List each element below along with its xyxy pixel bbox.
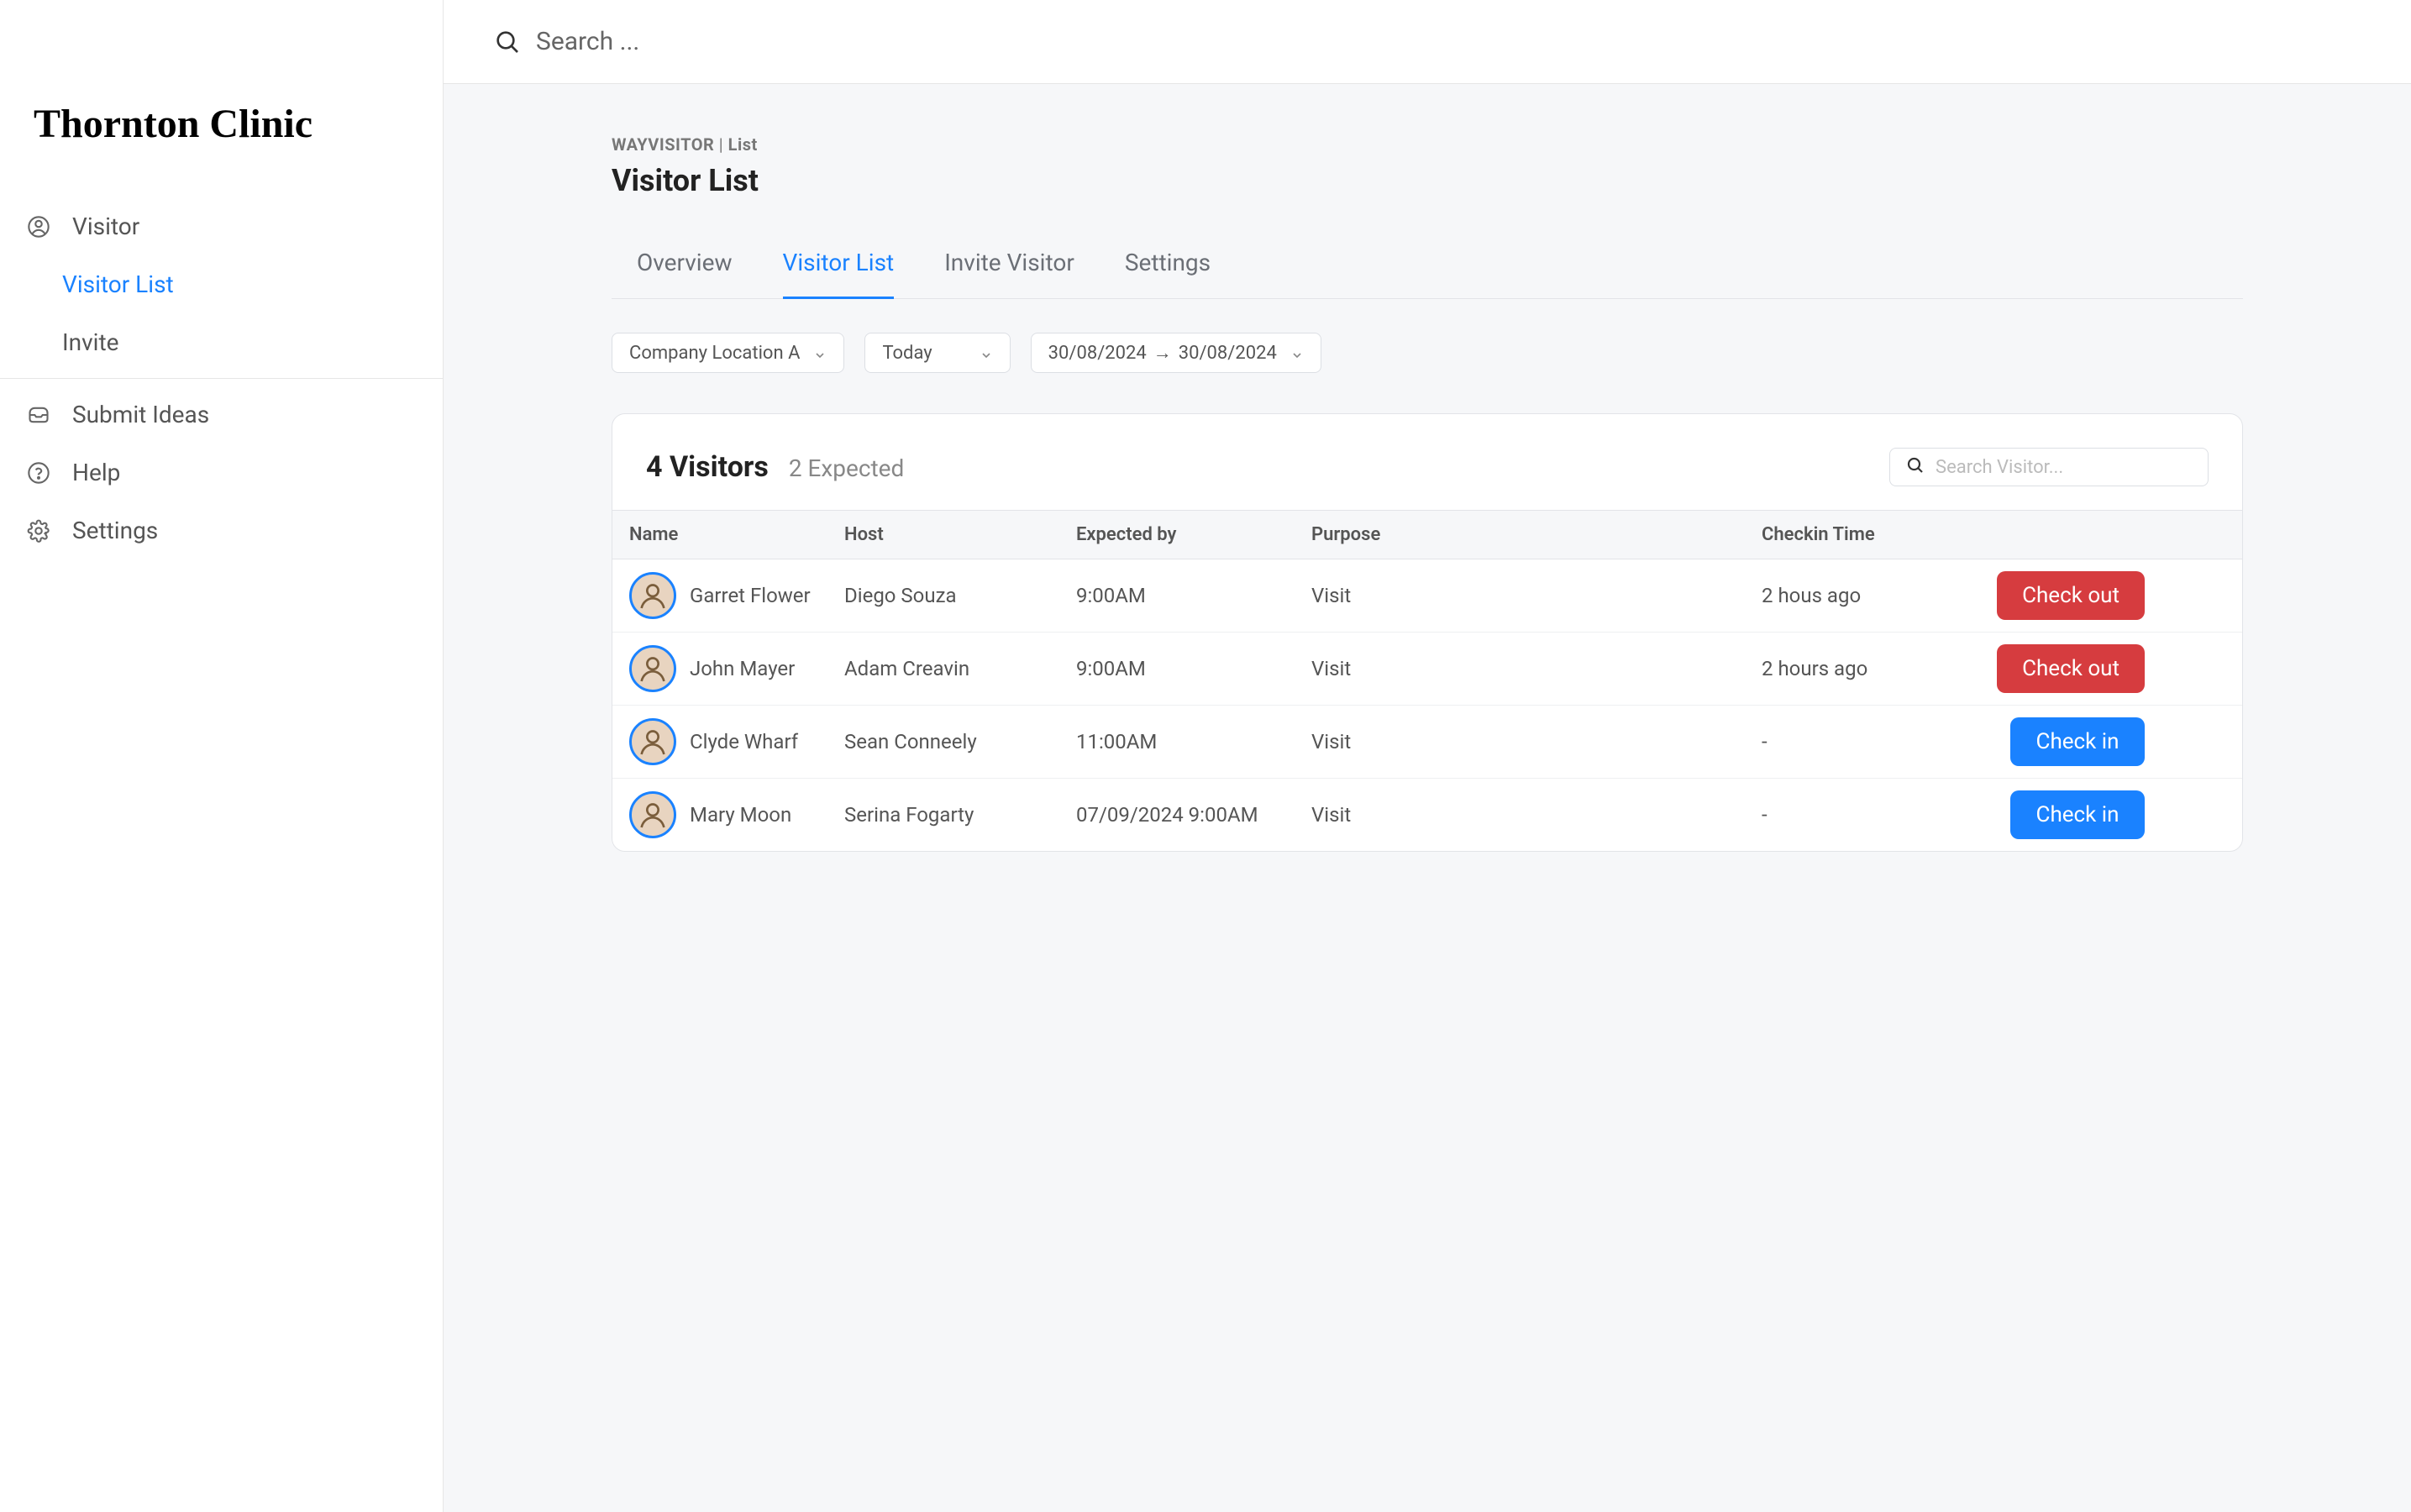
- user-circle-icon: [25, 213, 52, 240]
- visitor-name: John Mayer: [690, 657, 795, 680]
- th-name: Name: [612, 524, 844, 545]
- cell-expected: 11:00AM: [1076, 730, 1311, 753]
- chevron-down-icon: [1290, 346, 1304, 360]
- cell-name: John Mayer: [612, 645, 844, 692]
- breadcrumb: WAYVISITOR | List: [612, 134, 2243, 155]
- search-icon: [1905, 455, 1925, 479]
- chevron-down-icon: [980, 346, 993, 360]
- tab-visitor-list[interactable]: Visitor List: [783, 249, 895, 299]
- sidebar-item-help[interactable]: Help: [0, 444, 443, 501]
- arrow-right-icon: →: [1153, 342, 1172, 364]
- cell-name: Mary Moon: [612, 791, 844, 838]
- chevron-down-icon: [813, 346, 827, 360]
- table-row: Mary Moon Serina Fogarty07/09/2024 9:00AM…: [612, 779, 2242, 851]
- sidebar-item-label: Visitor: [72, 213, 139, 240]
- sidebar-item-visitor-list[interactable]: Visitor List: [0, 255, 443, 313]
- sidebar: Thornton Clinic Visitor Visitor List Inv…: [0, 0, 444, 1512]
- main: WAYVISITOR | List Visitor List Overview …: [444, 0, 2411, 1512]
- filter-location[interactable]: Company Location A: [612, 333, 844, 373]
- filter-range-label: Today: [882, 343, 932, 364]
- cell-expected: 07/09/2024 9:00AM: [1076, 803, 1311, 827]
- table-row: Garret Flower Diego Souza9:00AMVisit2 hou…: [612, 559, 2242, 633]
- sidebar-item-visitor[interactable]: Visitor: [0, 197, 443, 255]
- visitor-name: Garret Flower: [690, 584, 811, 607]
- cell-name: Garret Flower: [612, 572, 844, 619]
- brand-logo: Thornton Clinic: [0, 0, 443, 197]
- cell-host: Serina Fogarty: [844, 803, 1076, 827]
- checkout-button[interactable]: Check out: [1997, 644, 2145, 693]
- cell-checkin: -: [1762, 803, 1993, 827]
- card-header: 4 Visitors 2 Expected: [612, 414, 2242, 510]
- inbox-icon: [25, 402, 52, 428]
- tab-overview[interactable]: Overview: [637, 249, 733, 298]
- cell-expected: 9:00AM: [1076, 657, 1311, 680]
- divider: [0, 378, 443, 379]
- filters: Company Location A Today 30/08/2024 → 30…: [612, 333, 2243, 373]
- gear-icon: [25, 517, 52, 544]
- visitor-card: 4 Visitors 2 Expected Name Host Expected…: [612, 413, 2243, 852]
- avatar: [629, 645, 676, 692]
- table-body: Garret FlowerDiego Souza9:00AMVisit2 hou…: [612, 559, 2242, 851]
- cell-expected: 9:00AM: [1076, 584, 1311, 607]
- tabs: Overview Visitor List Invite Visitor Set…: [612, 249, 2243, 299]
- visitor-count: 4 Visitors: [646, 450, 769, 484]
- th-checkin: Checkin Time: [1762, 524, 1993, 545]
- expected-count: 2 Expected: [789, 454, 905, 482]
- search-icon: [494, 29, 521, 55]
- filter-date-from: 30/08/2024: [1048, 343, 1147, 364]
- th-expected: Expected by: [1076, 524, 1311, 545]
- sidebar-item-submit-ideas[interactable]: Submit Ideas: [0, 386, 443, 444]
- content: WAYVISITOR | List Visitor List Overview …: [444, 84, 2411, 1512]
- sidebar-item-settings[interactable]: Settings: [0, 501, 443, 559]
- page-title: Visitor List: [612, 163, 2243, 198]
- cell-checkin: 2 hours ago: [1762, 657, 1993, 680]
- visitor-name: Clyde Wharf: [690, 730, 798, 753]
- help-icon: [25, 459, 52, 486]
- checkout-button[interactable]: Check out: [1997, 571, 2145, 620]
- filter-date-to: 30/08/2024: [1179, 343, 1277, 364]
- cell-host: Adam Creavin: [844, 657, 1076, 680]
- cell-purpose: Visit: [1311, 657, 1762, 680]
- checkin-button[interactable]: Check in: [2010, 790, 2145, 839]
- tab-settings[interactable]: Settings: [1125, 249, 1211, 298]
- filter-range[interactable]: Today: [864, 333, 1010, 373]
- cell-purpose: Visit: [1311, 803, 1762, 827]
- breadcrumb-sep: |: [714, 134, 728, 155]
- breadcrumb-page: List: [728, 134, 758, 155]
- th-purpose: Purpose: [1311, 524, 1762, 545]
- checkin-button[interactable]: Check in: [2010, 717, 2145, 766]
- avatar: [629, 572, 676, 619]
- sidebar-item-label: Settings: [72, 517, 158, 544]
- filter-location-label: Company Location A: [629, 343, 800, 364]
- cell-checkin: -: [1762, 730, 1993, 753]
- cell-purpose: Visit: [1311, 730, 1762, 753]
- visitor-search[interactable]: [1889, 448, 2209, 486]
- tab-invite-visitor[interactable]: Invite Visitor: [944, 249, 1074, 298]
- visitor-name: Mary Moon: [690, 803, 791, 827]
- table-row: John Mayer Adam Creavin9:00AMVisit2 hours…: [612, 633, 2242, 706]
- table-row: Clyde Wharf Sean Conneely11:00AMVisit-Che…: [612, 706, 2242, 779]
- topbar: [444, 0, 2411, 84]
- cell-host: Diego Souza: [844, 584, 1076, 607]
- table-header-row: Name Host Expected by Purpose Checkin Ti…: [612, 510, 2242, 559]
- th-host: Host: [844, 524, 1076, 545]
- avatar: [629, 791, 676, 838]
- cell-checkin: 2 hous ago: [1762, 584, 1993, 607]
- avatar: [629, 718, 676, 765]
- cell-name: Clyde Wharf: [612, 718, 844, 765]
- cell-host: Sean Conneely: [844, 730, 1076, 753]
- sidebar-item-label: Help: [72, 459, 120, 486]
- global-search-input[interactable]: [536, 27, 2361, 56]
- breadcrumb-app: WAYVISITOR: [612, 134, 714, 155]
- sidebar-item-invite[interactable]: Invite: [0, 313, 443, 371]
- filter-date-range[interactable]: 30/08/2024 → 30/08/2024: [1031, 333, 1321, 373]
- cell-purpose: Visit: [1311, 584, 1762, 607]
- visitor-search-input[interactable]: [1936, 457, 2193, 478]
- sidebar-item-label: Submit Ideas: [72, 401, 209, 428]
